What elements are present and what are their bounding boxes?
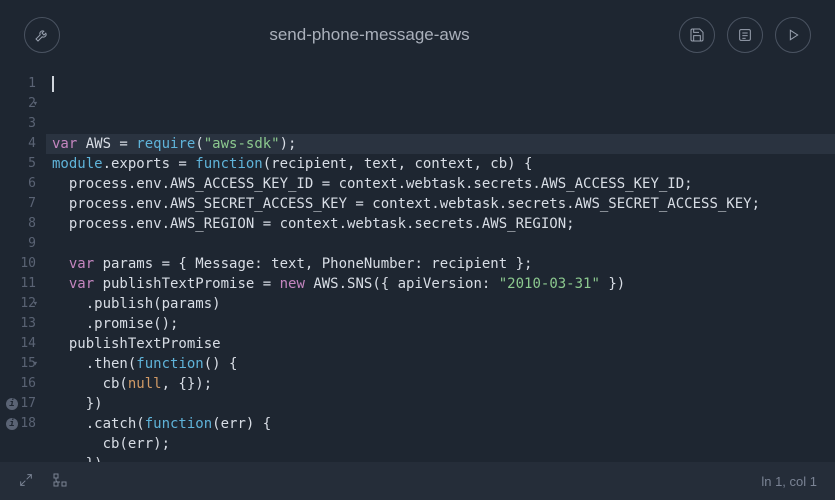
line-number: 5 [0,154,36,174]
code-line[interactable]: .then(function() { [52,354,835,374]
code-area[interactable]: var AWS = require("aws-sdk");module.expo… [46,74,835,462]
code-line[interactable]: module.exports = function(recipient, tex… [52,154,835,174]
code-line[interactable] [52,234,835,254]
list-icon [737,27,753,43]
line-number: 13 [0,314,36,334]
line-number: 9 [0,234,36,254]
code-line[interactable]: .catch(function(err) { [52,414,835,434]
code-line[interactable]: .promise(); [52,314,835,334]
cursor-position: ln 1, col 1 [761,474,817,489]
line-number: 15 [0,354,36,374]
code-line[interactable]: cb(null, {}); [52,374,835,394]
code-line[interactable]: process.env.AWS_REGION = context.webtask… [52,214,835,234]
code-line[interactable]: .publish(params) [52,294,835,314]
file-title: send-phone-message-aws [72,25,667,45]
line-number: 2 [0,94,36,114]
code-line[interactable]: }) [52,394,835,414]
line-number: 7 [0,194,36,214]
line-number: 3 [0,114,36,134]
line-number: 16 [0,374,36,394]
code-line[interactable]: }) [52,454,835,462]
status-bar: ln 1, col 1 [0,462,835,500]
line-gutter: 123456789101112131415161718 [0,74,46,462]
code-line[interactable]: cb(err); [52,434,835,454]
top-bar: send-phone-message-aws [0,0,835,70]
line-number: 11 [0,274,36,294]
logs-button[interactable] [727,17,763,53]
code-line[interactable]: var AWS = require("aws-sdk"); [46,134,835,154]
tree-button[interactable] [52,472,68,491]
text-cursor [52,76,54,92]
code-line[interactable]: var publishTextPromise = new AWS.SNS({ a… [52,274,835,294]
line-number: 4 [0,134,36,154]
code-line[interactable]: process.env.AWS_SECRET_ACCESS_KEY = cont… [52,194,835,214]
line-number: 18 [0,414,36,434]
run-button[interactable] [775,17,811,53]
play-icon [785,27,801,43]
code-editor[interactable]: 123456789101112131415161718 var AWS = re… [0,70,835,462]
code-line[interactable]: publishTextPromise [52,334,835,354]
line-number: 10 [0,254,36,274]
line-number: 6 [0,174,36,194]
line-number: 12 [0,294,36,314]
code-line[interactable]: process.env.AWS_ACCESS_KEY_ID = context.… [52,174,835,194]
save-icon [689,27,705,43]
wrench-icon [34,27,50,43]
line-number: 8 [0,214,36,234]
tree-icon [52,472,68,488]
expand-icon [18,472,34,488]
line-number: 1 [0,74,36,94]
code-line[interactable]: var params = { Message: text, PhoneNumbe… [52,254,835,274]
line-number: 17 [0,394,36,414]
fullscreen-button[interactable] [18,472,34,491]
settings-button[interactable] [24,17,60,53]
line-number: 14 [0,334,36,354]
save-button[interactable] [679,17,715,53]
